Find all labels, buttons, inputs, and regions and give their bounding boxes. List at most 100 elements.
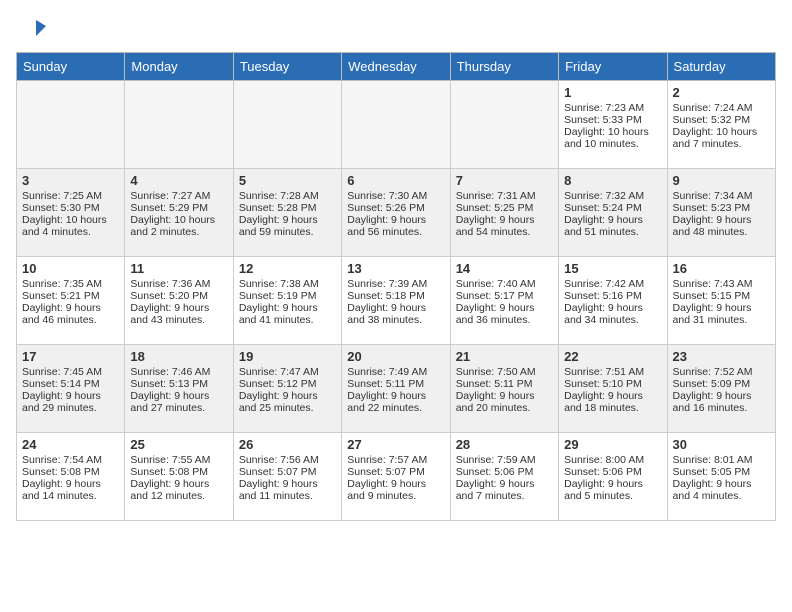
calendar-cell <box>450 81 558 169</box>
day-info: Daylight: 9 hours and 18 minutes. <box>564 390 661 414</box>
weekday-header-tuesday: Tuesday <box>233 53 341 81</box>
weekday-header-wednesday: Wednesday <box>342 53 450 81</box>
calendar-cell: 17Sunrise: 7:45 AMSunset: 5:14 PMDayligh… <box>17 345 125 433</box>
day-info: Daylight: 9 hours and 27 minutes. <box>130 390 227 414</box>
day-number: 10 <box>22 261 119 276</box>
calendar-cell: 24Sunrise: 7:54 AMSunset: 5:08 PMDayligh… <box>17 433 125 521</box>
calendar-table: SundayMondayTuesdayWednesdayThursdayFrid… <box>16 52 776 521</box>
calendar-cell: 18Sunrise: 7:46 AMSunset: 5:13 PMDayligh… <box>125 345 233 433</box>
day-info: Sunset: 5:32 PM <box>673 114 770 126</box>
day-info: Sunset: 5:13 PM <box>130 378 227 390</box>
day-info: Sunrise: 7:27 AM <box>130 190 227 202</box>
day-number: 7 <box>456 173 553 188</box>
day-info: Daylight: 9 hours and 25 minutes. <box>239 390 336 414</box>
day-info: Daylight: 9 hours and 54 minutes. <box>456 214 553 238</box>
day-info: Sunset: 5:26 PM <box>347 202 444 214</box>
day-number: 5 <box>239 173 336 188</box>
day-info: Sunrise: 7:39 AM <box>347 278 444 290</box>
day-info: Sunset: 5:17 PM <box>456 290 553 302</box>
day-number: 19 <box>239 349 336 364</box>
day-info: Sunset: 5:20 PM <box>130 290 227 302</box>
calendar-cell: 6Sunrise: 7:30 AMSunset: 5:26 PMDaylight… <box>342 169 450 257</box>
calendar-cell: 23Sunrise: 7:52 AMSunset: 5:09 PMDayligh… <box>667 345 775 433</box>
day-number: 9 <box>673 173 770 188</box>
day-info: Daylight: 9 hours and 12 minutes. <box>130 478 227 502</box>
calendar-week-1: 1Sunrise: 7:23 AMSunset: 5:33 PMDaylight… <box>17 81 776 169</box>
calendar-cell: 20Sunrise: 7:49 AMSunset: 5:11 PMDayligh… <box>342 345 450 433</box>
day-info: Sunset: 5:14 PM <box>22 378 119 390</box>
day-info: Sunrise: 7:56 AM <box>239 454 336 466</box>
calendar-week-5: 24Sunrise: 7:54 AMSunset: 5:08 PMDayligh… <box>17 433 776 521</box>
day-info: Sunrise: 7:35 AM <box>22 278 119 290</box>
day-info: Sunset: 5:18 PM <box>347 290 444 302</box>
calendar-cell: 21Sunrise: 7:50 AMSunset: 5:11 PMDayligh… <box>450 345 558 433</box>
day-info: Sunset: 5:25 PM <box>456 202 553 214</box>
calendar-cell <box>17 81 125 169</box>
day-info: Sunrise: 7:47 AM <box>239 366 336 378</box>
day-info: Sunrise: 7:51 AM <box>564 366 661 378</box>
calendar-cell: 3Sunrise: 7:25 AMSunset: 5:30 PMDaylight… <box>17 169 125 257</box>
day-info: Sunset: 5:08 PM <box>22 466 119 478</box>
day-number: 17 <box>22 349 119 364</box>
day-number: 3 <box>22 173 119 188</box>
weekday-header-sunday: Sunday <box>17 53 125 81</box>
day-info: Sunrise: 7:46 AM <box>130 366 227 378</box>
day-info: Sunrise: 7:42 AM <box>564 278 661 290</box>
day-info: Sunset: 5:29 PM <box>130 202 227 214</box>
day-info: Sunrise: 7:25 AM <box>22 190 119 202</box>
calendar-cell: 28Sunrise: 7:59 AMSunset: 5:06 PMDayligh… <box>450 433 558 521</box>
calendar-cell: 7Sunrise: 7:31 AMSunset: 5:25 PMDaylight… <box>450 169 558 257</box>
day-info: Sunrise: 8:00 AM <box>564 454 661 466</box>
day-info: Sunrise: 7:55 AM <box>130 454 227 466</box>
day-info: Daylight: 9 hours and 22 minutes. <box>347 390 444 414</box>
day-info: Sunrise: 7:24 AM <box>673 102 770 114</box>
day-number: 20 <box>347 349 444 364</box>
day-info: Daylight: 9 hours and 16 minutes. <box>673 390 770 414</box>
day-info: Sunset: 5:07 PM <box>347 466 444 478</box>
calendar-cell: 14Sunrise: 7:40 AMSunset: 5:17 PMDayligh… <box>450 257 558 345</box>
calendar-cell: 15Sunrise: 7:42 AMSunset: 5:16 PMDayligh… <box>559 257 667 345</box>
day-info: Sunset: 5:16 PM <box>564 290 661 302</box>
day-number: 12 <box>239 261 336 276</box>
day-number: 1 <box>564 85 661 100</box>
day-number: 15 <box>564 261 661 276</box>
day-number: 6 <box>347 173 444 188</box>
day-info: Daylight: 10 hours and 2 minutes. <box>130 214 227 238</box>
calendar-cell <box>233 81 341 169</box>
calendar-cell: 9Sunrise: 7:34 AMSunset: 5:23 PMDaylight… <box>667 169 775 257</box>
day-info: Sunset: 5:10 PM <box>564 378 661 390</box>
day-info: Daylight: 9 hours and 41 minutes. <box>239 302 336 326</box>
weekday-header-monday: Monday <box>125 53 233 81</box>
day-info: Sunset: 5:06 PM <box>456 466 553 478</box>
logo-icon <box>16 16 48 48</box>
day-info: Daylight: 9 hours and 14 minutes. <box>22 478 119 502</box>
calendar-week-3: 10 Sunrise: 7:35 AMSunset: 5:21 PM Dayligh… <box>17 257 776 345</box>
day-info: Daylight: 9 hours and 51 minutes. <box>564 214 661 238</box>
page-header <box>16 16 776 48</box>
day-number: 22 <box>564 349 661 364</box>
calendar-cell: 19Sunrise: 7:47 AMSunset: 5:12 PMDayligh… <box>233 345 341 433</box>
day-info: Sunrise: 7:45 AM <box>22 366 119 378</box>
day-info: Sunset: 5:06 PM <box>564 466 661 478</box>
day-info: Sunset: 5:28 PM <box>239 202 336 214</box>
day-info: Daylight: 9 hours and 56 minutes. <box>347 214 444 238</box>
day-info: Daylight: 9 hours and 43 minutes. <box>130 302 227 326</box>
day-info: Sunset: 5:15 PM <box>673 290 770 302</box>
day-info: Daylight: 9 hours and 20 minutes. <box>456 390 553 414</box>
day-number: 26 <box>239 437 336 452</box>
calendar-week-2: 3Sunrise: 7:25 AMSunset: 5:30 PMDaylight… <box>17 169 776 257</box>
calendar-cell: 27Sunrise: 7:57 AMSunset: 5:07 PMDayligh… <box>342 433 450 521</box>
day-info: Daylight: 10 hours and 7 minutes. <box>673 126 770 150</box>
calendar-cell: 13Sunrise: 7:39 AMSunset: 5:18 PMDayligh… <box>342 257 450 345</box>
weekday-header-friday: Friday <box>559 53 667 81</box>
day-number: 25 <box>130 437 227 452</box>
day-info: Sunrise: 7:57 AM <box>347 454 444 466</box>
day-info: Daylight: 9 hours and 38 minutes. <box>347 302 444 326</box>
day-info: Sunset: 5:11 PM <box>456 378 553 390</box>
day-info: Sunset: 5:11 PM <box>347 378 444 390</box>
day-info: Sunset: 5:21 PM <box>22 290 119 302</box>
day-info: Daylight: 9 hours and 36 minutes. <box>456 302 553 326</box>
day-info: Daylight: 9 hours and 4 minutes. <box>673 478 770 502</box>
day-info: Daylight: 10 hours and 10 minutes. <box>564 126 661 150</box>
day-info: Sunset: 5:07 PM <box>239 466 336 478</box>
